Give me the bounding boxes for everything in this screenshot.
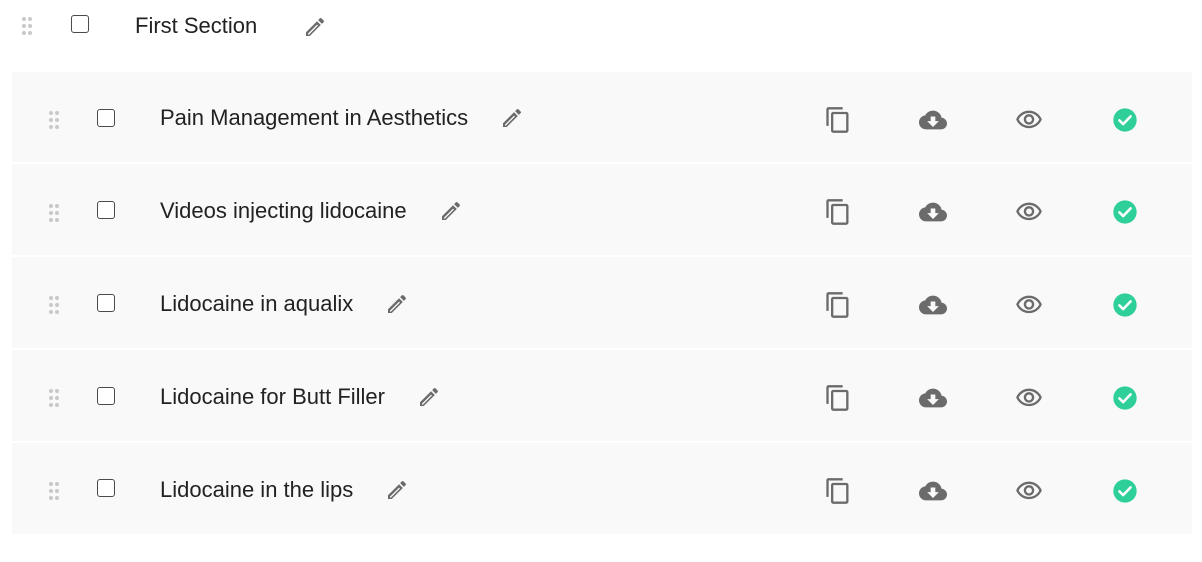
eye-icon[interactable] [1015,198,1043,226]
lesson-title: Pain Management in Aesthetics [160,105,469,130]
lesson-title-group: Lidocaine for Butt Filler [160,351,441,443]
lesson-title: Videos injecting lidocaine [160,198,407,223]
copy-icon[interactable] [824,477,852,505]
lesson-checkbox[interactable] [97,201,115,219]
lesson-row: Lidocaine for Butt Filler [12,351,1192,443]
check-circle-icon[interactable] [1111,384,1139,412]
copy-icon[interactable] [824,198,852,226]
lesson-title-group: Pain Management in Aesthetics [160,72,524,164]
cloud-download-icon[interactable] [919,477,947,505]
section-title: First Section [135,13,258,38]
pencil-icon[interactable] [417,385,441,409]
check-circle-icon[interactable] [1111,198,1139,226]
section-checkbox[interactable] [71,15,89,33]
copy-icon[interactable] [824,291,852,319]
check-circle-icon[interactable] [1111,477,1139,505]
lesson-row: Lidocaine in aqualix [12,258,1192,350]
cloud-download-icon[interactable] [919,384,947,412]
copy-icon[interactable] [824,384,852,412]
drag-handle-icon[interactable] [48,203,60,223]
cloud-download-icon[interactable] [919,291,947,319]
pencil-icon[interactable] [385,292,409,316]
cloud-download-icon[interactable] [919,198,947,226]
eye-icon[interactable] [1015,106,1043,134]
eye-icon[interactable] [1015,477,1043,505]
lesson-title: Lidocaine for Butt Filler [160,384,385,409]
check-circle-icon[interactable] [1111,291,1139,319]
drag-handle-icon[interactable] [48,110,60,130]
lesson-title-group: Lidocaine in the lips [160,444,409,536]
lesson-title-group: Videos injecting lidocaine [160,165,463,257]
lesson-checkbox[interactable] [97,387,115,405]
copy-icon[interactable] [824,106,852,134]
lesson-checkbox[interactable] [97,479,115,497]
pencil-icon[interactable] [439,199,463,223]
pencil-icon[interactable] [500,106,524,130]
eye-icon[interactable] [1015,291,1043,319]
drag-handle-icon[interactable] [48,295,60,315]
lesson-list: Pain Management in Aesthetics Videos inj… [12,72,1192,536]
lesson-row: Lidocaine in the lips [12,444,1192,536]
section-header: First Section [0,0,1202,54]
eye-icon[interactable] [1015,384,1043,412]
pencil-icon[interactable] [385,478,409,502]
check-circle-icon[interactable] [1111,106,1139,134]
lesson-checkbox[interactable] [97,109,115,127]
lesson-title: Lidocaine in the lips [160,477,354,502]
drag-handle-icon[interactable] [48,388,60,408]
drag-handle-icon[interactable] [21,16,33,36]
lesson-row: Videos injecting lidocaine [12,165,1192,257]
lesson-title: Lidocaine in aqualix [160,291,354,316]
cloud-download-icon[interactable] [919,106,947,134]
drag-handle-icon[interactable] [48,481,60,501]
lesson-checkbox[interactable] [97,294,115,312]
lesson-title-group: Lidocaine in aqualix [160,258,409,350]
lesson-row: Pain Management in Aesthetics [12,72,1192,164]
pencil-icon[interactable] [303,15,327,39]
